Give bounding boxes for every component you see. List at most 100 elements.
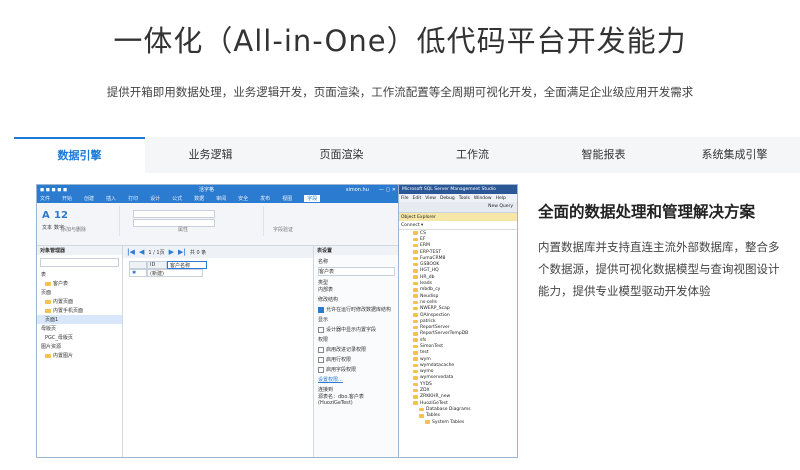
perm-checkbox[interactable]: 启用改进记录权限 — [318, 346, 395, 353]
set-permission-link[interactable]: 设置权限... — [318, 376, 395, 383]
new-row-cell[interactable]: (新建) — [147, 269, 203, 277]
tree-item[interactable]: 客户表 — [37, 279, 122, 288]
perm-option-label: 启用改进记录权限 — [326, 347, 367, 353]
number-field-icon[interactable]: 12 — [54, 210, 68, 221]
database-label: CS — [420, 230, 426, 236]
database-label: Tables — [426, 413, 440, 419]
table-row[interactable]: ✱ (新建) — [129, 269, 308, 277]
allow-modify-checkbox[interactable]: 允许在运行时修改数据库结构 — [318, 306, 395, 313]
database-icon — [413, 357, 418, 361]
ssms-menu-help[interactable]: Help — [496, 196, 506, 201]
table-name-input[interactable]: 客户表 — [318, 267, 395, 276]
perm-checkbox[interactable]: 启用字段权限 — [318, 366, 395, 373]
first-record-icon[interactable]: |◀ — [127, 248, 135, 256]
ribbon-group-validate-label: 字段验证 — [273, 227, 294, 233]
format-select[interactable] — [133, 219, 215, 227]
menu-create[interactable]: 创建 — [84, 195, 94, 202]
object-manager: 对象管理器 表 客户表 页面 内置页面 内置手机页面 页面1 母版页 PGC_母… — [37, 246, 123, 457]
perm-option-label: 启用行权限 — [326, 357, 352, 363]
data-type-select[interactable] — [133, 210, 215, 218]
menu-field[interactable]: 字段 — [304, 195, 321, 202]
perm-checkbox[interactable]: 启用行权限 — [318, 356, 395, 363]
database-icon — [413, 319, 418, 324]
menu-file[interactable]: 文件 — [40, 195, 50, 202]
menu-review[interactable]: 审阅 — [216, 195, 226, 202]
database-icon — [413, 288, 418, 292]
folder-icon — [45, 308, 51, 313]
app-title: 活字格 — [198, 187, 214, 193]
tree-item[interactable]: 内置页面 — [37, 297, 122, 306]
app-body: 对象管理器 表 客户表 页面 内置页面 内置手机页面 页面1 母版页 PGC_母… — [37, 246, 399, 457]
app-screenshot: ◼ ◼ ◼ ◼ ◼ 活字格 simon.hu — ▢ ✕ 文件 开始 创建 插入… — [36, 184, 400, 458]
database-icon — [413, 369, 418, 374]
tree-item[interactable]: 页面1 — [37, 315, 122, 324]
database-icon — [413, 344, 418, 349]
tab-system-integration[interactable]: 系统集成引擎 — [669, 137, 800, 173]
prop-structure: 修改结构 允许在运行时修改数据库结构 — [314, 293, 399, 313]
database-label: ReportServer — [420, 325, 450, 331]
tree-item[interactable]: 表 — [37, 270, 122, 279]
database-item[interactable]: System Tables — [399, 419, 517, 425]
database-label: ReportServerTempDB — [420, 331, 469, 337]
menu-data[interactable]: 数据 — [194, 195, 204, 202]
tree-item-label: 内置页面 — [53, 299, 74, 305]
menu-security[interactable]: 安全 — [238, 195, 248, 202]
new-query-button[interactable]: New Query — [488, 204, 513, 209]
ssms-menu-view[interactable]: View — [425, 196, 436, 201]
menu-design[interactable]: 设计 — [150, 195, 160, 202]
prop-type-value: 内部表 — [318, 287, 334, 293]
ribbon-group-add-label: 添加与删除 — [61, 227, 87, 233]
ssms-menu-file[interactable]: File — [401, 196, 409, 201]
database-icon — [413, 294, 418, 298]
database-icon — [419, 407, 424, 412]
object-manager-header: 对象管理器 — [37, 246, 122, 255]
menu-view[interactable]: 视图 — [282, 195, 292, 202]
last-record-icon[interactable]: ▶| — [178, 248, 186, 256]
prev-record-icon[interactable]: ◀ — [139, 248, 144, 256]
database-icon — [413, 237, 418, 242]
menu-insert[interactable]: 插入 — [106, 195, 116, 202]
tab-business-logic[interactable]: 业务逻辑 — [145, 137, 276, 173]
database-label: NWERP_Scap — [420, 306, 450, 312]
ssms-menu-tools[interactable]: Tools — [459, 196, 470, 201]
app-ribbon: A 12 文本 数字 添加与删除 属性 字段验证 — [37, 203, 399, 246]
prop-permission-label: 权限 — [318, 337, 329, 343]
tab-smart-report[interactable]: 智能报表 — [538, 137, 669, 173]
folder-icon — [45, 299, 51, 304]
menu-publish[interactable]: 发布 — [260, 195, 270, 202]
col-name[interactable]: 客户名称 — [167, 261, 207, 269]
record-navigator: |◀ ◀ 1 / 1页 ▶ ▶| 共 0 条 — [123, 246, 314, 258]
database-label: wymservedata — [420, 375, 454, 381]
tab-workflow[interactable]: 工作流 — [407, 137, 538, 173]
database-icon — [413, 281, 418, 286]
tree-item[interactable]: 图片资源 — [37, 342, 122, 351]
app-user: simon.hu — [345, 186, 369, 193]
next-record-icon[interactable]: ▶ — [169, 248, 174, 256]
menu-formula[interactable]: 公式 — [172, 195, 182, 202]
show-builtin-checkbox[interactable]: 设计器中显示内置字段 — [318, 326, 395, 333]
table-icon — [45, 281, 51, 286]
text-field-icon[interactable]: A — [42, 210, 50, 221]
tree-item[interactable]: 内置图片 — [37, 351, 122, 360]
tree-item[interactable]: 母版页 — [37, 324, 122, 333]
grid-header-row: ID 客户名称 — [129, 261, 308, 269]
ssms-menu-window[interactable]: Window — [474, 196, 492, 201]
tree-item-label: 内置手机页面 — [53, 308, 84, 314]
menu-print[interactable]: 打印 — [128, 195, 138, 202]
database-label: GSBOOK — [420, 262, 440, 268]
ssms-menu-debug[interactable]: Debug — [440, 196, 455, 201]
database-label: System Tables — [432, 419, 465, 425]
tree-item[interactable]: 内置手机页面 — [37, 306, 122, 315]
tree-item[interactable]: 页面 — [37, 288, 122, 297]
object-search-input[interactable] — [40, 258, 119, 267]
database-icon — [413, 338, 418, 342]
database-icon — [413, 262, 418, 267]
col-id[interactable]: ID — [147, 261, 167, 269]
feature-description: 内置数据库并支持直连主流外部数据库，整合多个数据源，提供可视化数据模型与查询视图… — [538, 240, 780, 298]
ssms-menu-edit[interactable]: Edit — [413, 196, 422, 201]
tab-data-engine[interactable]: 数据引擎 — [14, 137, 145, 173]
tab-page-render[interactable]: 页面渲染 — [276, 137, 407, 173]
connect-button[interactable]: Connect ▾ — [399, 221, 517, 230]
menu-home[interactable]: 开始 — [62, 195, 72, 202]
tree-item[interactable]: PGC_母版页 — [37, 333, 122, 342]
